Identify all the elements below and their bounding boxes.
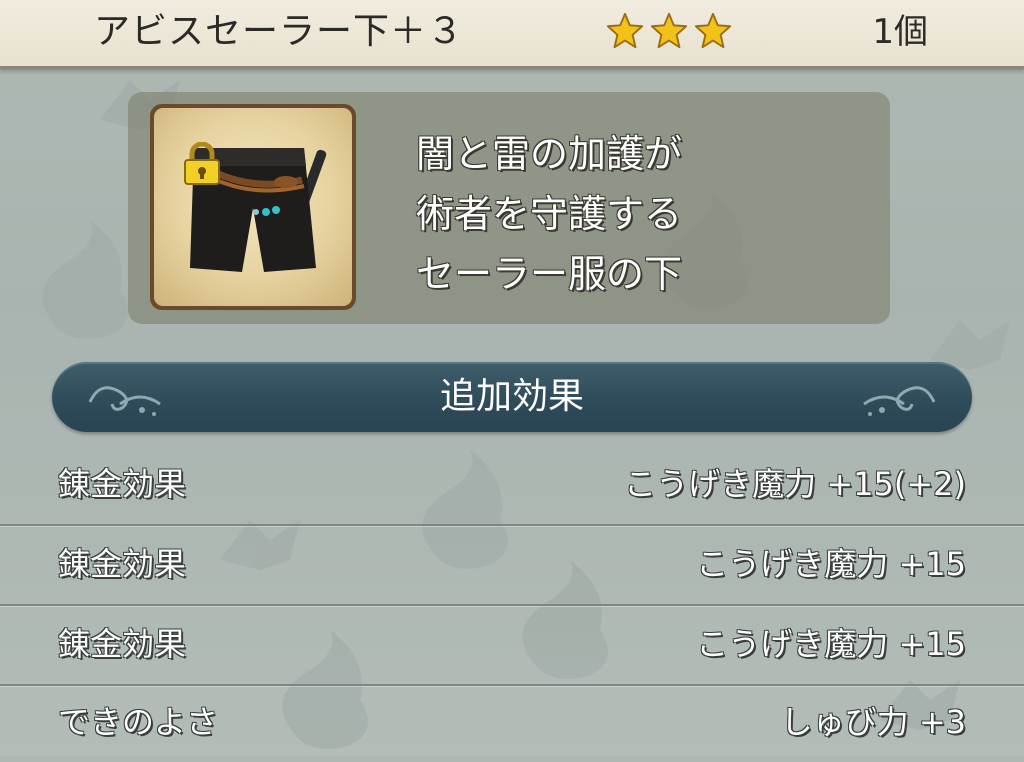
item-description: 闇と雷の加護が 術者を守護する セーラー服の下 [416, 124, 876, 304]
description-line: 闇と雷の加護が [416, 132, 683, 176]
black-pants-icon [190, 148, 327, 272]
star-icon [650, 12, 688, 49]
effect-value: しゅび力 +3 [780, 703, 966, 741]
star-rating [606, 12, 732, 50]
effect-value: こうげき魔力 +15 [696, 625, 966, 663]
additional-effects-banner: 追加効果 [52, 362, 972, 432]
star-icon [606, 12, 644, 49]
swirl-ornament-icon [863, 386, 936, 416]
effect-label: できのよさ [58, 703, 219, 741]
item-icon-background [154, 108, 352, 306]
item-icon-frame[interactable] [150, 104, 356, 310]
effect-label: 錬金効果 [58, 465, 187, 503]
effect-value: こうげき魔力 +15 [696, 545, 966, 583]
item-header: アビスセーラー下＋３ 1個 [0, 0, 1024, 69]
effect-label: 錬金効果 [58, 545, 187, 583]
effect-row: できのよさ しゅび力 +3 [0, 682, 1024, 762]
padlock-icon [184, 142, 220, 185]
section-title: 追加効果 [439, 376, 584, 417]
effect-row: 錬金効果 こうげき魔力 +15 [0, 604, 1024, 686]
star-icon [694, 12, 732, 49]
item-quantity: 1個 [872, 12, 928, 52]
item-name: アビスセーラー下＋３ [94, 11, 465, 52]
effect-value: こうげき魔力 +15(+2) [624, 465, 966, 503]
effect-row: 錬金効果 こうげき魔力 +15(+2) [0, 444, 1024, 526]
effect-label: 錬金効果 [58, 625, 187, 663]
description-line: セーラー服の下 [416, 252, 683, 296]
description-line: 術者を守護する [416, 192, 683, 236]
effect-row: 錬金効果 こうげき魔力 +15 [0, 524, 1024, 606]
